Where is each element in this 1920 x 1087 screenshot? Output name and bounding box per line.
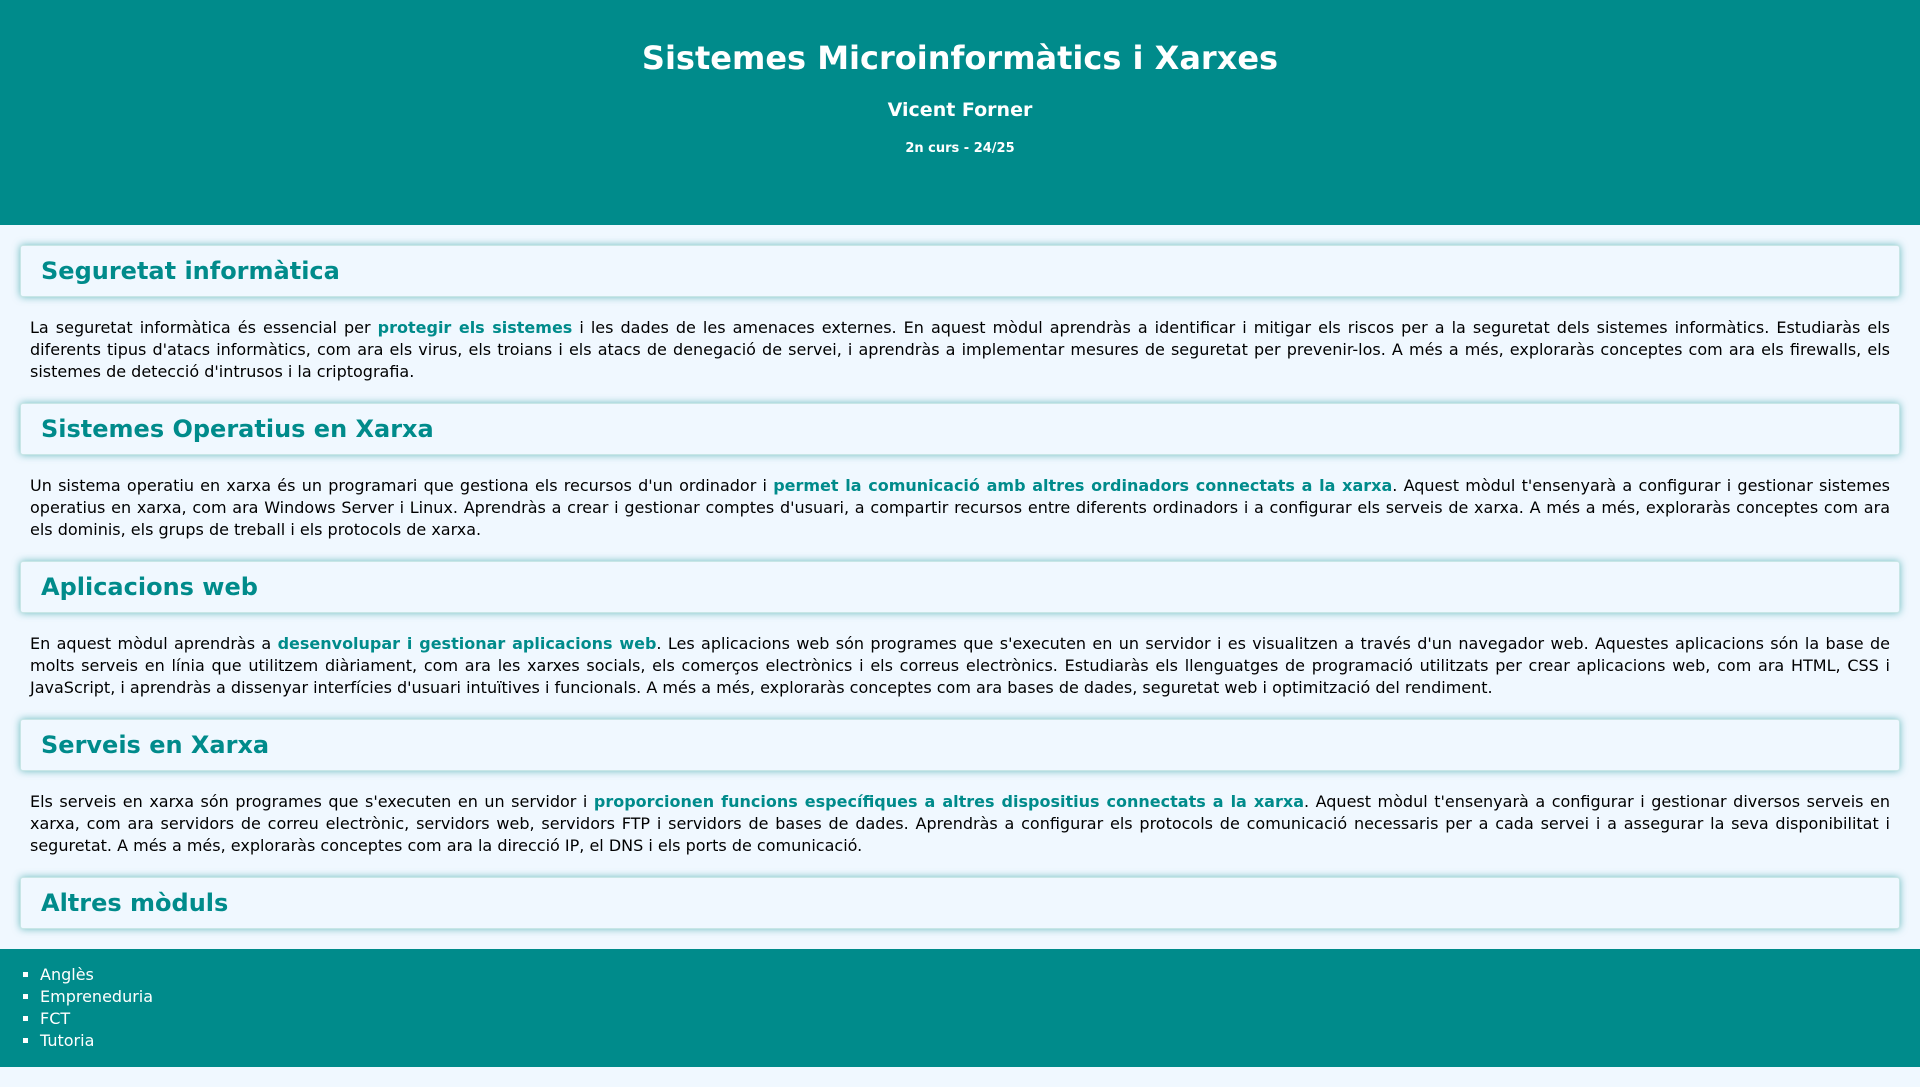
page-header: Sistemes Microinformàtics i Xarxes Vicen… (0, 0, 1920, 225)
section-description: Els serveis en xarxa són programes que s… (30, 791, 1890, 857)
list-item: Empreneduria (40, 986, 1920, 1008)
section-description: La seguretat informàtica és essencial pe… (30, 317, 1890, 383)
section-title: Sistemes Operatius en Xarxa (20, 403, 1900, 455)
description-highlight: proporcionen funcions específiques a alt… (593, 792, 1304, 811)
section-altres-moduls: Altres mòduls (20, 877, 1900, 929)
description-highlight: permet la comunicació amb altres ordinad… (773, 476, 1393, 495)
list-item: Tutoria (40, 1030, 1920, 1052)
description-text: En aquest mòdul aprendràs a (30, 634, 278, 653)
section-title: Serveis en Xarxa (20, 719, 1900, 771)
description-text: La seguretat informàtica és essencial pe… (30, 318, 378, 337)
section-sistemes-operatius: Sistemes Operatius en Xarxa Un sistema o… (20, 403, 1900, 541)
list-item: Anglès (40, 964, 1920, 986)
section-title: Aplicacions web (20, 561, 1900, 613)
description-highlight: desenvolupar i gestionar aplicacions web (277, 634, 657, 653)
main-content: Seguretat informàtica La seguretat infor… (0, 225, 1920, 929)
other-modules-footer: Anglès Empreneduria FCT Tutoria (0, 949, 1920, 1067)
description-highlight: protegir els sistemes (377, 318, 573, 337)
author-name: Vicent Forner (887, 99, 1033, 121)
section-title: Seguretat informàtica (20, 245, 1900, 297)
list-item: FCT (40, 1008, 1920, 1030)
other-modules-list: Anglès Empreneduria FCT Tutoria (0, 964, 1920, 1052)
description-text: Els serveis en xarxa són programes que s… (30, 792, 594, 811)
section-description: En aquest mòdul aprendràs a desenvolupar… (30, 633, 1890, 699)
section-aplicacions-web: Aplicacions web En aquest mòdul aprendrà… (20, 561, 1900, 699)
page-title: Sistemes Microinformàtics i Xarxes (641, 39, 1279, 77)
section-seguretat: Seguretat informàtica La seguretat infor… (20, 245, 1900, 383)
description-text: Un sistema operatiu en xarxa és un progr… (30, 476, 774, 495)
section-description: Un sistema operatiu en xarxa és un progr… (30, 475, 1890, 541)
course-year: 2n curs - 24/25 (905, 141, 1015, 156)
section-serveis-xarxa: Serveis en Xarxa Els serveis en xarxa só… (20, 719, 1900, 857)
section-title: Altres mòduls (20, 877, 1900, 929)
